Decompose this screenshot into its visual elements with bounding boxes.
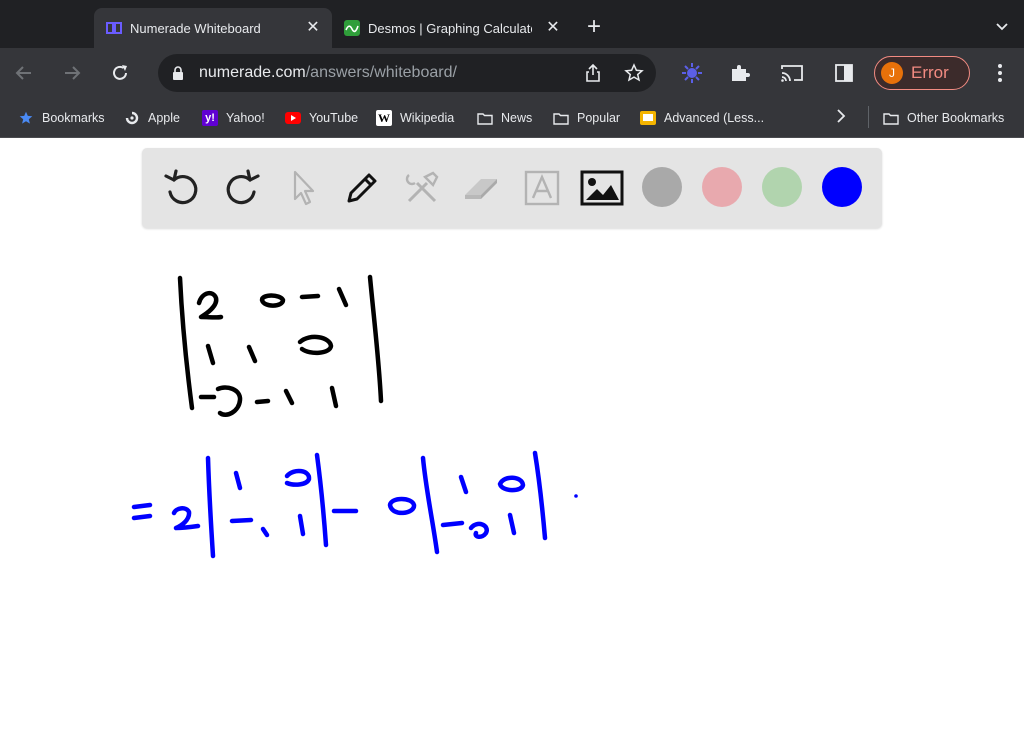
forward-button[interactable] bbox=[59, 60, 85, 86]
bookmark-other-bookmarks[interactable]: Other Bookmarks bbox=[883, 108, 1004, 128]
bookmark-label: Advanced (Less... bbox=[664, 111, 765, 125]
bookmark-yahoo[interactable]: y! Yahoo! bbox=[202, 108, 265, 128]
folder-icon bbox=[883, 110, 899, 126]
tab-desmos[interactable]: Desmos | Graphing Calculator ✕ bbox=[332, 8, 572, 48]
bookmark-label: Bookmarks bbox=[42, 111, 105, 125]
profile-error-button[interactable]: J Error bbox=[874, 56, 970, 90]
youtube-icon bbox=[285, 110, 301, 126]
tab-numerade-whiteboard[interactable]: Numerade Whiteboard ✕ bbox=[94, 8, 332, 48]
reload-button[interactable] bbox=[107, 60, 133, 86]
arrow-left-icon bbox=[15, 66, 31, 80]
bookmark-yellow-icon bbox=[640, 110, 656, 126]
tab-title: Numerade Whiteboard bbox=[130, 20, 261, 36]
browser-toolbar: numerade.com/answers/whiteboard/ J Error bbox=[0, 48, 1024, 98]
matrix-drawing bbox=[177, 274, 384, 417]
bookmark-advanced[interactable]: Advanced (Less... bbox=[640, 108, 764, 128]
bookmark-bookmarks[interactable]: Bookmarks bbox=[18, 108, 105, 128]
yahoo-icon: y! bbox=[202, 110, 218, 126]
desmos-favicon-icon bbox=[344, 20, 360, 36]
apple-icon bbox=[124, 110, 140, 126]
bookmark-youtube[interactable]: YouTube bbox=[285, 108, 358, 128]
bookmark-label: YouTube bbox=[309, 111, 359, 125]
bookmarks-divider bbox=[868, 106, 869, 128]
close-tab-icon[interactable]: ✕ bbox=[544, 19, 562, 37]
extension-sun-icon[interactable] bbox=[680, 61, 704, 85]
bookmark-folder-popular[interactable]: Popular bbox=[553, 108, 620, 128]
more-bookmarks-chevron-icon[interactable] bbox=[834, 108, 848, 129]
cast-icon[interactable] bbox=[780, 61, 804, 85]
bookmarks-bar: Bookmarks Apple y! Yahoo! YouTube W Wiki… bbox=[0, 98, 1024, 138]
folder-icon bbox=[553, 110, 569, 126]
star-icon bbox=[18, 110, 34, 126]
extensions-puzzle-icon[interactable] bbox=[728, 61, 752, 85]
bookmark-label: Popular bbox=[577, 111, 621, 125]
back-button[interactable] bbox=[11, 60, 37, 86]
avatar: J bbox=[881, 62, 903, 84]
lock-icon[interactable] bbox=[172, 66, 184, 85]
reload-icon bbox=[113, 65, 127, 80]
arrow-right-icon bbox=[65, 66, 81, 80]
expansion-drawing bbox=[131, 450, 578, 559]
bookmark-label: Wikipedia bbox=[400, 111, 455, 125]
bookmark-label: Yahoo! bbox=[226, 111, 265, 125]
bookmark-label: Apple bbox=[148, 111, 180, 125]
wikipedia-icon: W bbox=[376, 110, 392, 126]
browser-chrome: Numerade Whiteboard ✕ Desmos | Graphing … bbox=[0, 0, 1024, 138]
tab-title: Desmos | Graphing Calculator bbox=[368, 20, 532, 36]
bookmark-label: Other Bookmarks bbox=[907, 111, 1005, 125]
url-path: /answers/whiteboard/ bbox=[305, 64, 457, 81]
close-tab-icon[interactable]: ✕ bbox=[304, 19, 322, 37]
bookmark-star-icon[interactable] bbox=[624, 63, 644, 88]
new-tab-button[interactable]: + bbox=[582, 15, 606, 40]
side-panel-icon[interactable] bbox=[832, 61, 856, 85]
address-bar[interactable]: numerade.com/answers/whiteboard/ bbox=[158, 54, 656, 92]
bookmark-apple[interactable]: Apple bbox=[124, 108, 180, 128]
drawing-canvas[interactable] bbox=[0, 138, 1024, 742]
numerade-favicon-icon bbox=[106, 20, 122, 36]
tab-strip: Numerade Whiteboard ✕ Desmos | Graphing … bbox=[0, 0, 1024, 48]
tab-search-chevron-icon[interactable] bbox=[994, 18, 1010, 34]
bookmark-folder-news[interactable]: News bbox=[477, 108, 532, 128]
bookmark-wikipedia[interactable]: W Wikipedia bbox=[376, 108, 454, 128]
profile-status: Error bbox=[911, 63, 949, 82]
folder-icon bbox=[477, 110, 493, 126]
bookmark-label: News bbox=[501, 111, 533, 125]
url-text[interactable]: numerade.com/answers/whiteboard/ bbox=[199, 64, 457, 82]
url-domain: numerade.com bbox=[199, 64, 306, 81]
share-icon[interactable] bbox=[584, 63, 602, 88]
more-menu-icon[interactable] bbox=[990, 62, 1010, 84]
